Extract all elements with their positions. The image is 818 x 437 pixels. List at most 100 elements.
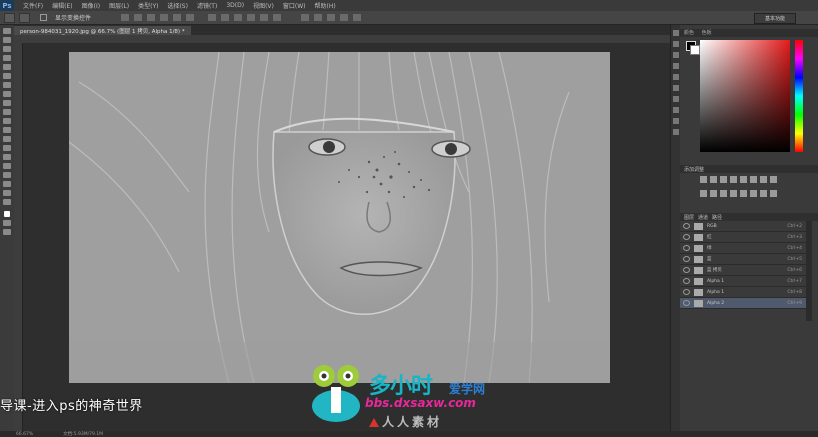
quick-mask-icon[interactable] [3,220,11,226]
channels-tab[interactable]: 通道 [698,214,708,221]
menu-3d[interactable]: 3D(D) [226,2,244,9]
menu-select[interactable]: 选择(S) [167,1,188,10]
hue-slider[interactable] [795,40,803,152]
channel-row[interactable]: 蓝 拷贝 Ctrl+6 [680,265,806,276]
clone-stamp-tool-icon[interactable] [3,100,11,106]
color-balance-icon[interactable] [770,176,777,183]
posterize-icon[interactable] [750,189,757,197]
align-center-icon[interactable] [173,14,182,21]
align-bottom-icon[interactable] [147,14,156,21]
distribute-left-icon[interactable] [247,14,256,21]
photo-filter-icon[interactable] [710,189,717,197]
dodge-tool-icon[interactable] [3,145,11,151]
move-tool-icon[interactable] [3,28,11,34]
align-right-icon[interactable] [186,14,195,21]
vibrance-icon[interactable] [740,176,747,183]
eye-icon[interactable] [683,300,690,306]
hue-saturation-icon[interactable] [760,176,767,183]
distribute-top-icon[interactable] [208,14,217,21]
color-picker-field[interactable] [700,40,790,152]
blur-tool-icon[interactable] [3,136,11,142]
history-panel-icon[interactable] [673,30,679,36]
channel-mixer-icon[interactable] [720,189,727,197]
menu-help[interactable]: 帮助(H) [315,1,336,10]
3d-scale-icon[interactable] [353,14,362,21]
swatches-tab[interactable]: 色板 [702,30,712,36]
tool-presets-panel-icon[interactable] [673,96,679,102]
eye-icon[interactable] [683,223,690,229]
invert-icon[interactable] [740,189,747,197]
foreground-color-swatch[interactable] [4,211,10,217]
brush-tool-icon[interactable] [3,91,11,97]
menu-filter[interactable]: 滤镜(T) [197,1,217,10]
brightness-contrast-icon[interactable] [700,176,707,183]
eyedropper-tool-icon[interactable] [3,73,11,79]
channel-row[interactable]: Alpha 1 Ctrl+8 [680,287,806,298]
menu-layer[interactable]: 图层(L) [109,1,129,10]
eye-icon[interactable] [683,267,690,273]
zoom-tool-icon[interactable] [3,199,11,205]
healing-brush-tool-icon[interactable] [3,82,11,88]
align-top-icon[interactable] [121,14,130,21]
channel-row[interactable]: 红 Ctrl+3 [680,232,806,243]
menu-type[interactable]: 类型(Y) [138,1,158,10]
gradient-map-icon[interactable] [770,189,777,197]
move-tool-preset-icon[interactable] [4,12,15,23]
properties-panel-icon[interactable] [673,41,679,47]
triangle-icon[interactable] [750,176,757,183]
marquee-tool-icon[interactable] [3,37,11,43]
paragraph-panel-icon[interactable] [673,52,679,58]
zoom-level[interactable]: 66.67% [16,432,33,437]
clone-source-panel-icon[interactable] [673,85,679,91]
levels-icon[interactable] [710,176,717,183]
gradient-tool-icon[interactable] [3,127,11,133]
menu-window[interactable]: 窗口(W) [283,1,306,10]
type-tool-icon[interactable] [3,163,11,169]
lasso-tool-icon[interactable] [3,46,11,52]
curves-icon[interactable] [720,176,727,183]
eye-icon[interactable] [683,245,690,251]
channel-row[interactable]: 绿 Ctrl+4 [680,243,806,254]
background-color[interactable] [690,45,700,55]
distribute-center-icon[interactable] [260,14,269,21]
workspace-switcher[interactable]: 基本功能 [754,13,796,24]
3d-slide-icon[interactable] [340,14,349,21]
align-left-icon[interactable] [160,14,169,21]
path-select-tool-icon[interactable] [3,172,11,178]
info-panel-icon[interactable] [673,118,679,124]
menu-view[interactable]: 视图(V) [253,1,274,10]
menu-image[interactable]: 图像(I) [82,1,100,10]
color-lookup-icon[interactable] [730,189,737,197]
document-canvas-image[interactable] [69,52,610,383]
distribute-bottom-icon[interactable] [234,14,243,21]
notes-panel-icon[interactable] [673,129,679,135]
threshold-icon[interactable] [760,189,767,197]
channels-scrollbar[interactable] [806,221,812,321]
eye-icon[interactable] [683,234,690,240]
character-panel-icon[interactable] [673,63,679,69]
paths-tab[interactable]: 路径 [712,214,722,221]
eraser-tool-icon[interactable] [3,118,11,124]
eye-icon[interactable] [683,256,690,262]
brush-panel-icon[interactable] [673,74,679,80]
show-transform-checkbox[interactable] [40,14,47,21]
channel-row[interactable]: Alpha 1 Ctrl+7 [680,276,806,287]
crop-tool-icon[interactable] [3,64,11,70]
hand-tool-icon[interactable] [3,190,11,196]
black-white-icon[interactable] [700,189,707,197]
channel-row[interactable]: RGB Ctrl+2 [680,221,806,232]
auto-select-dropdown[interactable] [19,12,30,23]
align-middle-icon[interactable] [134,14,143,21]
channel-row-selected[interactable]: Alpha 2 Ctrl+9 [680,298,806,309]
layers-tab[interactable]: 图层 [684,214,694,221]
distribute-right-icon[interactable] [273,14,282,21]
channel-row[interactable]: 蓝 Ctrl+5 [680,254,806,265]
quick-select-tool-icon[interactable] [3,55,11,61]
document-tab[interactable]: person-984031_1920.jpg @ 66.7% (图层 1 拷贝,… [14,26,191,35]
menu-file[interactable]: 文件(F) [23,1,43,10]
screen-mode-icon[interactable] [3,229,11,235]
actions-panel-icon[interactable] [673,107,679,113]
3d-mode-icon[interactable] [301,14,310,21]
pen-tool-icon[interactable] [3,154,11,160]
exposure-icon[interactable] [730,176,737,183]
